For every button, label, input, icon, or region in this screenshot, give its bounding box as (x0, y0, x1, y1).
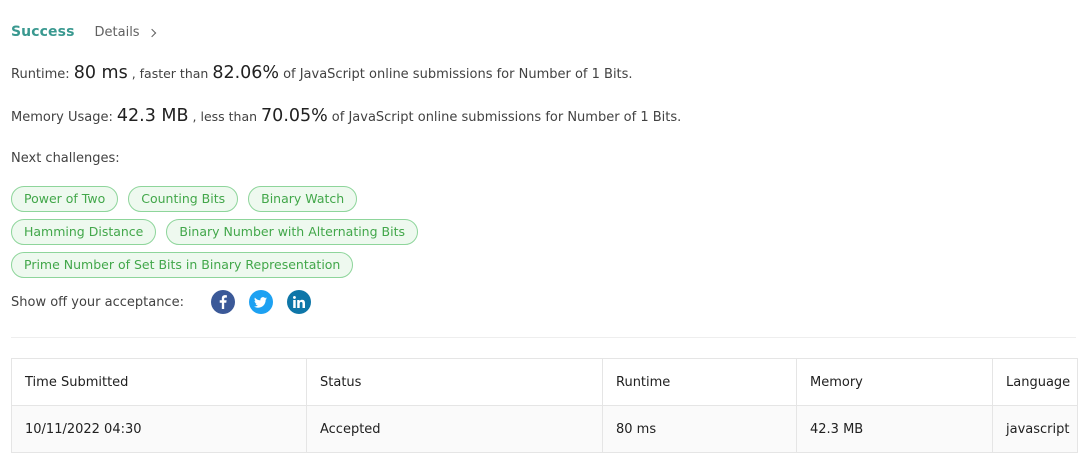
memory-compare-text: , less than (192, 109, 258, 124)
cell-status[interactable]: Accepted (306, 405, 603, 453)
runtime-value: 80 ms (73, 63, 128, 83)
details-label: Details (94, 24, 140, 40)
table-row[interactable]: 10/11/2022 04:30 Accepted 80 ms 42.3 MB … (11, 405, 1078, 453)
memory-value: 42.3 MB (116, 106, 189, 126)
challenge-tag-prime-set-bits[interactable]: Prime Number of Set Bits in Binary Repre… (11, 252, 354, 278)
table-header-row: Time Submitted Status Runtime Memory Lan… (11, 358, 1078, 406)
challenge-tag-hamming-distance[interactable]: Hamming Distance (11, 219, 157, 245)
tag-row: Prime Number of Set Bits in Binary Repre… (11, 252, 731, 278)
runtime-tail: of JavaScript online submissions for Num… (283, 67, 633, 82)
twitter-icon[interactable] (248, 290, 273, 314)
details-link[interactable]: Details (94, 24, 156, 40)
share-row: Show off your acceptance: (11, 290, 325, 314)
challenge-tag-power-of-two[interactable]: Power of Two (11, 186, 119, 212)
submissions-table: Time Submitted Status Runtime Memory Lan… (11, 358, 1078, 453)
cell-memory: 42.3 MB (796, 405, 993, 453)
chevron-right-icon (147, 28, 156, 37)
cell-runtime: 80 ms (602, 405, 797, 453)
memory-percent: 70.05% (261, 106, 328, 126)
next-challenges-label: Next challenges: (11, 151, 120, 166)
tag-row: Power of Two Counting Bits Binary Watch (11, 186, 731, 212)
column-header-time-submitted[interactable]: Time Submitted (11, 358, 307, 406)
memory-line: Memory Usage: 42.3 MB , less than 70.05%… (11, 106, 681, 126)
memory-tail: of JavaScript online submissions for Num… (331, 110, 682, 125)
runtime-label: Runtime: (11, 67, 70, 82)
share-label: Show off your acceptance: (11, 294, 184, 310)
cell-language: javascript (992, 405, 1078, 453)
challenge-tag-binary-alternating-bits[interactable]: Binary Number with Alternating Bits (166, 219, 418, 245)
divider (11, 337, 1076, 338)
runtime-percent: 82.06% (212, 63, 280, 83)
submission-result-page: Success Details Runtime: 80 ms , faster … (0, 0, 1086, 455)
result-header: Success Details (11, 22, 156, 42)
column-header-memory[interactable]: Memory (796, 358, 993, 406)
tag-row: Hamming Distance Binary Number with Alte… (11, 219, 731, 245)
runtime-compare-text: , faster than (131, 66, 209, 81)
challenge-tag-binary-watch[interactable]: Binary Watch (248, 186, 358, 212)
cell-time-submitted: 10/11/2022 04:30 (11, 405, 307, 453)
runtime-line: Runtime: 80 ms , faster than 82.06% of J… (11, 63, 633, 83)
facebook-icon[interactable] (210, 290, 235, 314)
memory-label: Memory Usage: (11, 110, 113, 125)
column-header-runtime[interactable]: Runtime (602, 358, 797, 406)
column-header-language[interactable]: Language (992, 358, 1078, 406)
linkedin-icon[interactable] (286, 290, 311, 314)
column-header-status[interactable]: Status (306, 358, 603, 406)
status-title: Success (11, 24, 75, 40)
challenge-tags: Power of Two Counting Bits Binary Watch … (11, 186, 731, 285)
challenge-tag-counting-bits[interactable]: Counting Bits (128, 186, 239, 212)
